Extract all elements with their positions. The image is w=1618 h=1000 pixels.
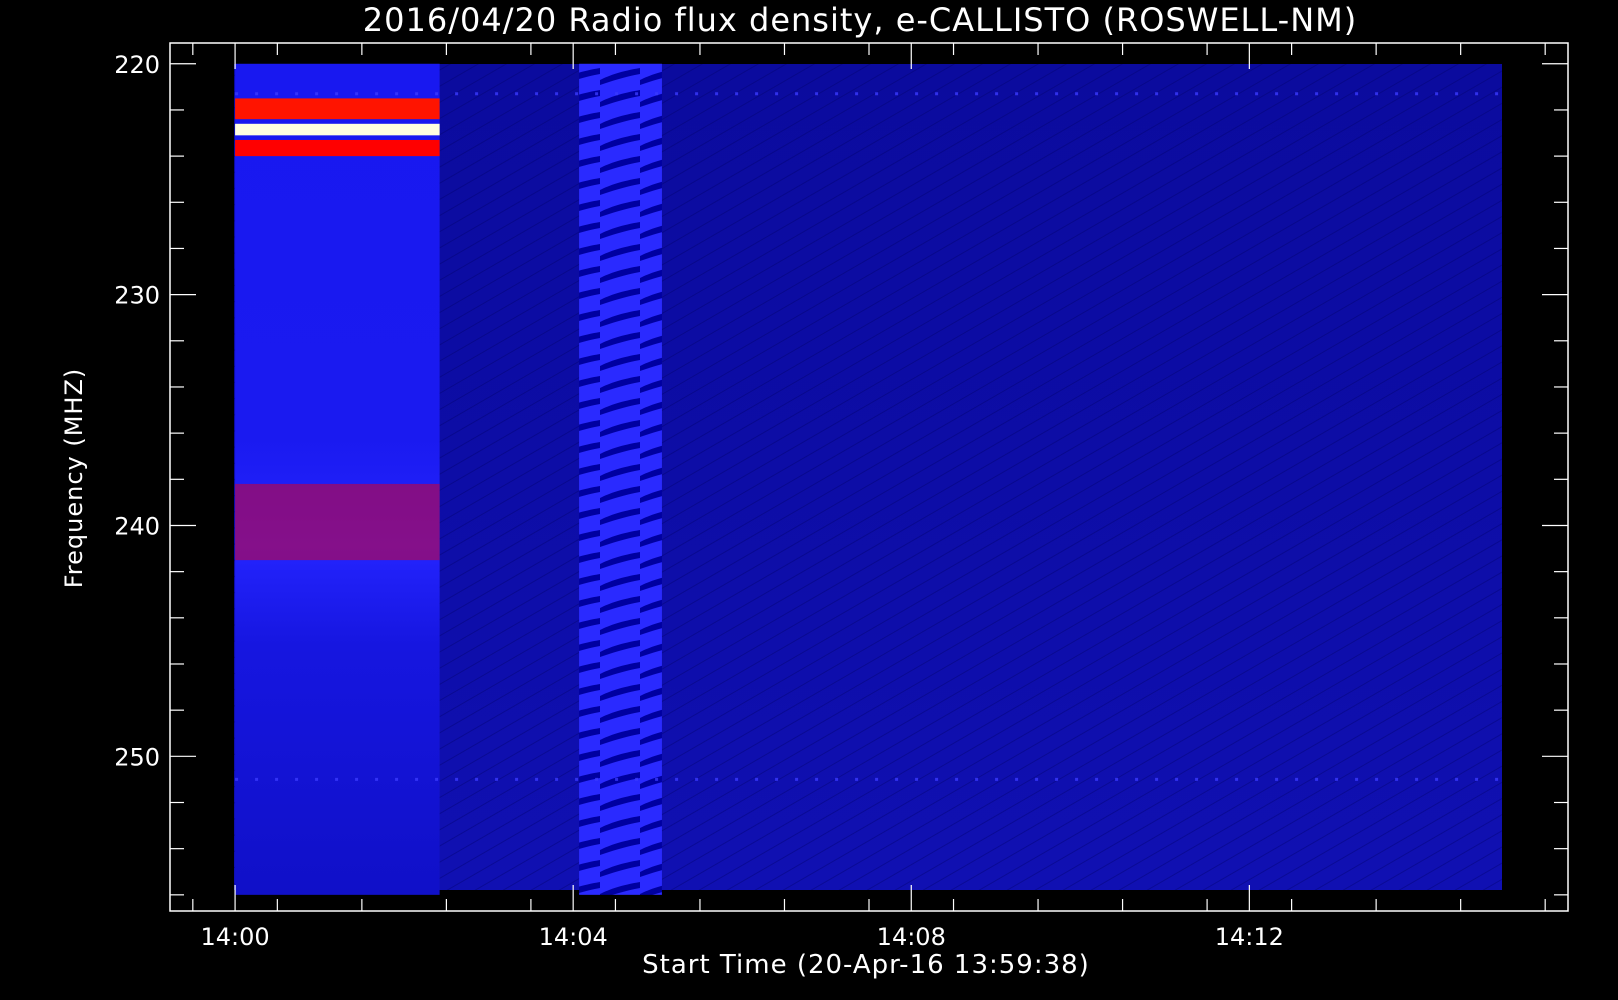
y-tick-label: 240 [114, 512, 160, 540]
chart-title: 2016/04/20 Radio flux density, e-CALLIST… [363, 1, 1357, 39]
x-tick-label: 14:00 [200, 923, 269, 951]
x-tick-label: 14:04 [539, 923, 608, 951]
y-tick-label: 250 [114, 743, 160, 771]
x-axis-label: Start Time (20-Apr-16 13:59:38) [642, 950, 1090, 980]
y-tick-label: 220 [114, 51, 160, 79]
x-tick-label: 14:12 [1215, 923, 1284, 951]
feature-striated-segment-4 [579, 63, 662, 895]
feature-broad-band-3 [235, 483, 440, 561]
feature-band-2 [235, 139, 440, 157]
spectrogram-image [234, 63, 1503, 895]
feature-band-1 [235, 98, 440, 120]
y-axis-label: Frequency (MHZ) [60, 368, 88, 589]
y-tick-label: 230 [114, 282, 160, 310]
early-segment [235, 63, 440, 895]
x-tick-label: 14:08 [877, 923, 946, 951]
spectrogram-chart: 2016/04/20 Radio flux density, e-CALLIST… [60, 1, 1569, 980]
feature-narrowband-interference-0 [235, 123, 440, 136]
